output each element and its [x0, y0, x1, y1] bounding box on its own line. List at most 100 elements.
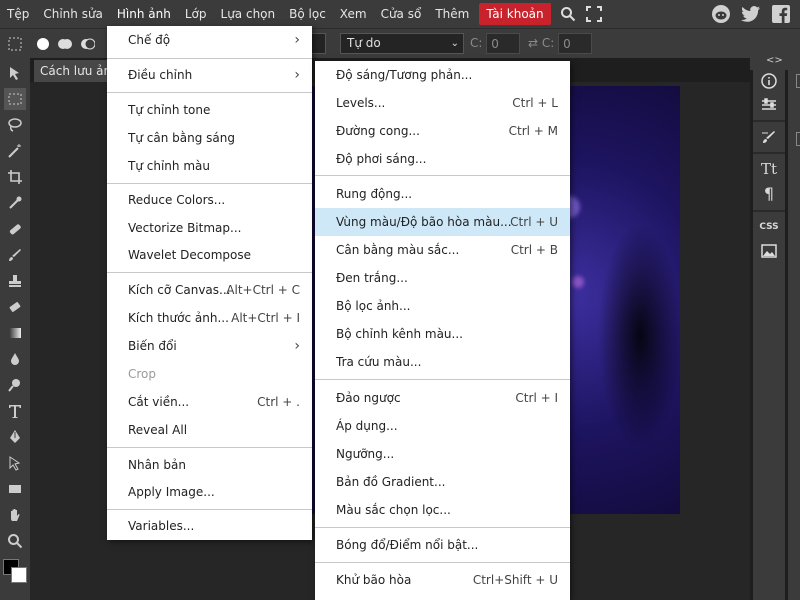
menu-layer[interactable]: Lớp — [178, 3, 214, 25]
move-tool-icon[interactable] — [4, 62, 26, 84]
menu-item-transform[interactable]: Biến đổi › — [107, 332, 312, 360]
menu-item-canvas-size[interactable]: Kích cỡ Canvas... Alt+Ctrl + C — [107, 276, 312, 304]
crop-tool-icon[interactable] — [4, 166, 26, 188]
menu-item-auto-color[interactable]: Tự chỉnh màu — [107, 152, 312, 180]
swap-icon[interactable]: ⇄ — [528, 36, 538, 50]
menu-more[interactable]: Thêm — [428, 3, 476, 25]
menu-item-reduce-colors[interactable]: Reduce Colors... — [107, 186, 312, 214]
selection-new-icon[interactable] — [32, 33, 54, 55]
menu-item-auto-tone[interactable]: Tự chỉnh tone — [107, 96, 312, 124]
menu-item-vibrance[interactable]: Rung động... — [315, 180, 570, 208]
menu-item-black-white[interactable]: Đen trắng... — [315, 264, 570, 292]
menu-item-photo-filter[interactable]: Bộ lọc ảnh... — [315, 292, 570, 320]
selection-add-icon[interactable] — [54, 33, 76, 55]
marquee-tool-icon[interactable] — [4, 88, 26, 110]
menu-item-gradient-map[interactable]: Bản đồ Gradient... — [315, 468, 570, 496]
menu-item-levels[interactable]: Levels... Ctrl + L — [315, 89, 570, 117]
adjustments-icon[interactable] — [757, 94, 781, 116]
menu-item-reveal-all[interactable]: Reveal All — [107, 416, 312, 444]
background-color-swatch[interactable] — [11, 567, 27, 583]
height-input[interactable]: 0 — [558, 33, 593, 54]
menu-item-adjustments[interactable]: Điều chỉnh › — [107, 61, 312, 89]
blur-tool-icon[interactable] — [4, 348, 26, 370]
menu-item-shadows-highlights[interactable]: Bóng đổ/Điểm nổi bật... — [315, 531, 570, 559]
reddit-icon[interactable] — [710, 3, 732, 25]
menu-item-label: Vectorize Bitmap... — [128, 221, 242, 235]
character-icon[interactable]: Tt — [757, 158, 781, 180]
image-icon[interactable] — [757, 240, 781, 262]
height-field: ⇄ C: 0 — [528, 33, 593, 54]
menu-item-auto-contrast[interactable]: Tự cân bằng sáng — [107, 124, 312, 152]
menu-item-trim[interactable]: Cắt viền... Ctrl + . — [107, 388, 312, 416]
shape-tool-icon[interactable] — [4, 478, 26, 500]
menu-item-mode[interactable]: Chế độ › — [107, 26, 312, 54]
menu-item-threshold[interactable]: Ngưỡng... — [315, 440, 570, 468]
stamp-tool-icon[interactable] — [4, 270, 26, 292]
pen-tool-icon[interactable] — [4, 426, 26, 448]
menu-item-posterize[interactable]: Áp dụng... — [315, 412, 570, 440]
menu-item-channel-mixer[interactable]: Bộ chỉnh kênh màu... — [315, 320, 570, 348]
collapse-arrows-icon[interactable]: <> — [766, 55, 783, 66]
menu-filter[interactable]: Bộ lọc — [282, 3, 333, 25]
menu-item-wavelet-decompose[interactable]: Wavelet Decompose — [107, 241, 312, 269]
menu-item-curves[interactable]: Đường cong... Ctrl + M — [315, 117, 570, 145]
menu-item-brightness-contrast[interactable]: Độ sáng/Tương phản... — [315, 61, 570, 89]
menu-item-invert[interactable]: Đảo ngược Ctrl + I — [315, 384, 570, 412]
menu-item-variables[interactable]: Variables... — [107, 512, 312, 540]
document-tab[interactable]: Cách lưu ảnh — [34, 60, 114, 82]
menu-item-image-size[interactable]: Kích thước ảnh... Alt+Ctrl + I — [107, 304, 312, 332]
path-select-tool-icon[interactable] — [4, 452, 26, 474]
menu-item-shortcut: Ctrl + B — [510, 243, 558, 257]
selection-subtract-icon[interactable] — [76, 33, 98, 55]
healing-brush-tool-icon[interactable] — [4, 218, 26, 240]
marquee-options-icon[interactable] — [4, 33, 26, 55]
menu-item-shortcut: Ctrl+Shift + U — [472, 573, 558, 587]
menu-item-label: Ngưỡng... — [336, 447, 395, 461]
magic-wand-tool-icon[interactable] — [4, 140, 26, 162]
menu-item-exposure[interactable]: Độ phơi sáng... — [315, 145, 570, 173]
menu-item-duplicate[interactable]: Nhân bản — [107, 451, 312, 479]
dodge-tool-icon[interactable] — [4, 374, 26, 396]
menu-select[interactable]: Lựa chọn — [214, 3, 283, 25]
menu-file[interactable]: Tệp — [0, 3, 36, 25]
menu-item-label: Levels... — [336, 96, 386, 110]
menu-item-label: Biến đổi — [128, 339, 177, 353]
type-tool-icon[interactable] — [4, 400, 26, 422]
menu-separator — [315, 379, 570, 380]
menu-item-label: Crop — [128, 367, 157, 381]
menu-item-color-balance[interactable]: Cân bằng màu sắc... Ctrl + B — [315, 236, 570, 264]
gradient-tool-icon[interactable] — [4, 322, 26, 344]
style-select[interactable]: Tự do ⌄ — [340, 33, 464, 54]
eraser-tool-icon[interactable] — [4, 296, 26, 318]
fullscreen-icon[interactable] — [583, 3, 605, 25]
css-icon[interactable]: CSS — [757, 216, 781, 238]
width-input[interactable]: 0 — [486, 33, 521, 54]
zoom-tool-icon[interactable] — [4, 530, 26, 552]
menu-item-selective-color[interactable]: Màu sắc chọn lọc... — [315, 496, 570, 524]
eyedropper-tool-icon[interactable] — [4, 192, 26, 214]
menu-image[interactable]: Hình ảnh — [110, 3, 178, 25]
menu-item-label: Reduce Colors... — [128, 193, 226, 207]
info-icon[interactable] — [757, 70, 781, 92]
menu-window[interactable]: Cửa sổ — [374, 3, 429, 25]
menu-item-apply-image[interactable]: Apply Image... — [107, 478, 312, 506]
chevron-right-icon: › — [294, 67, 300, 83]
search-icon[interactable] — [557, 3, 579, 25]
hand-tool-icon[interactable] — [4, 504, 26, 526]
menu-item-desaturate[interactable]: Khử bão hòa Ctrl+Shift + U — [315, 566, 570, 594]
brush-tool-icon[interactable] — [4, 244, 26, 266]
facebook-icon[interactable] — [770, 3, 792, 25]
menu-item-hue-saturation[interactable]: Vùng màu/Độ bão hòa màu... Ctrl + U — [315, 208, 570, 236]
menu-item-label: Bản đồ Gradient... — [336, 475, 446, 489]
lasso-tool-icon[interactable] — [4, 114, 26, 136]
menu-item-color-lookup[interactable]: Tra cứu màu... — [315, 348, 570, 376]
twitter-icon[interactable] — [740, 3, 762, 25]
menu-item-label: Áp dụng... — [336, 419, 398, 433]
menu-view[interactable]: Xem — [333, 3, 374, 25]
menu-item-label: Đen trắng... — [336, 271, 408, 285]
menu-edit[interactable]: Chỉnh sửa — [36, 3, 110, 25]
brush-settings-icon[interactable] — [757, 126, 781, 148]
menu-account[interactable]: Tài khoản — [479, 3, 551, 25]
menu-item-vectorize-bitmap[interactable]: Vectorize Bitmap... — [107, 214, 312, 242]
paragraph-icon[interactable]: ¶ — [757, 182, 781, 204]
